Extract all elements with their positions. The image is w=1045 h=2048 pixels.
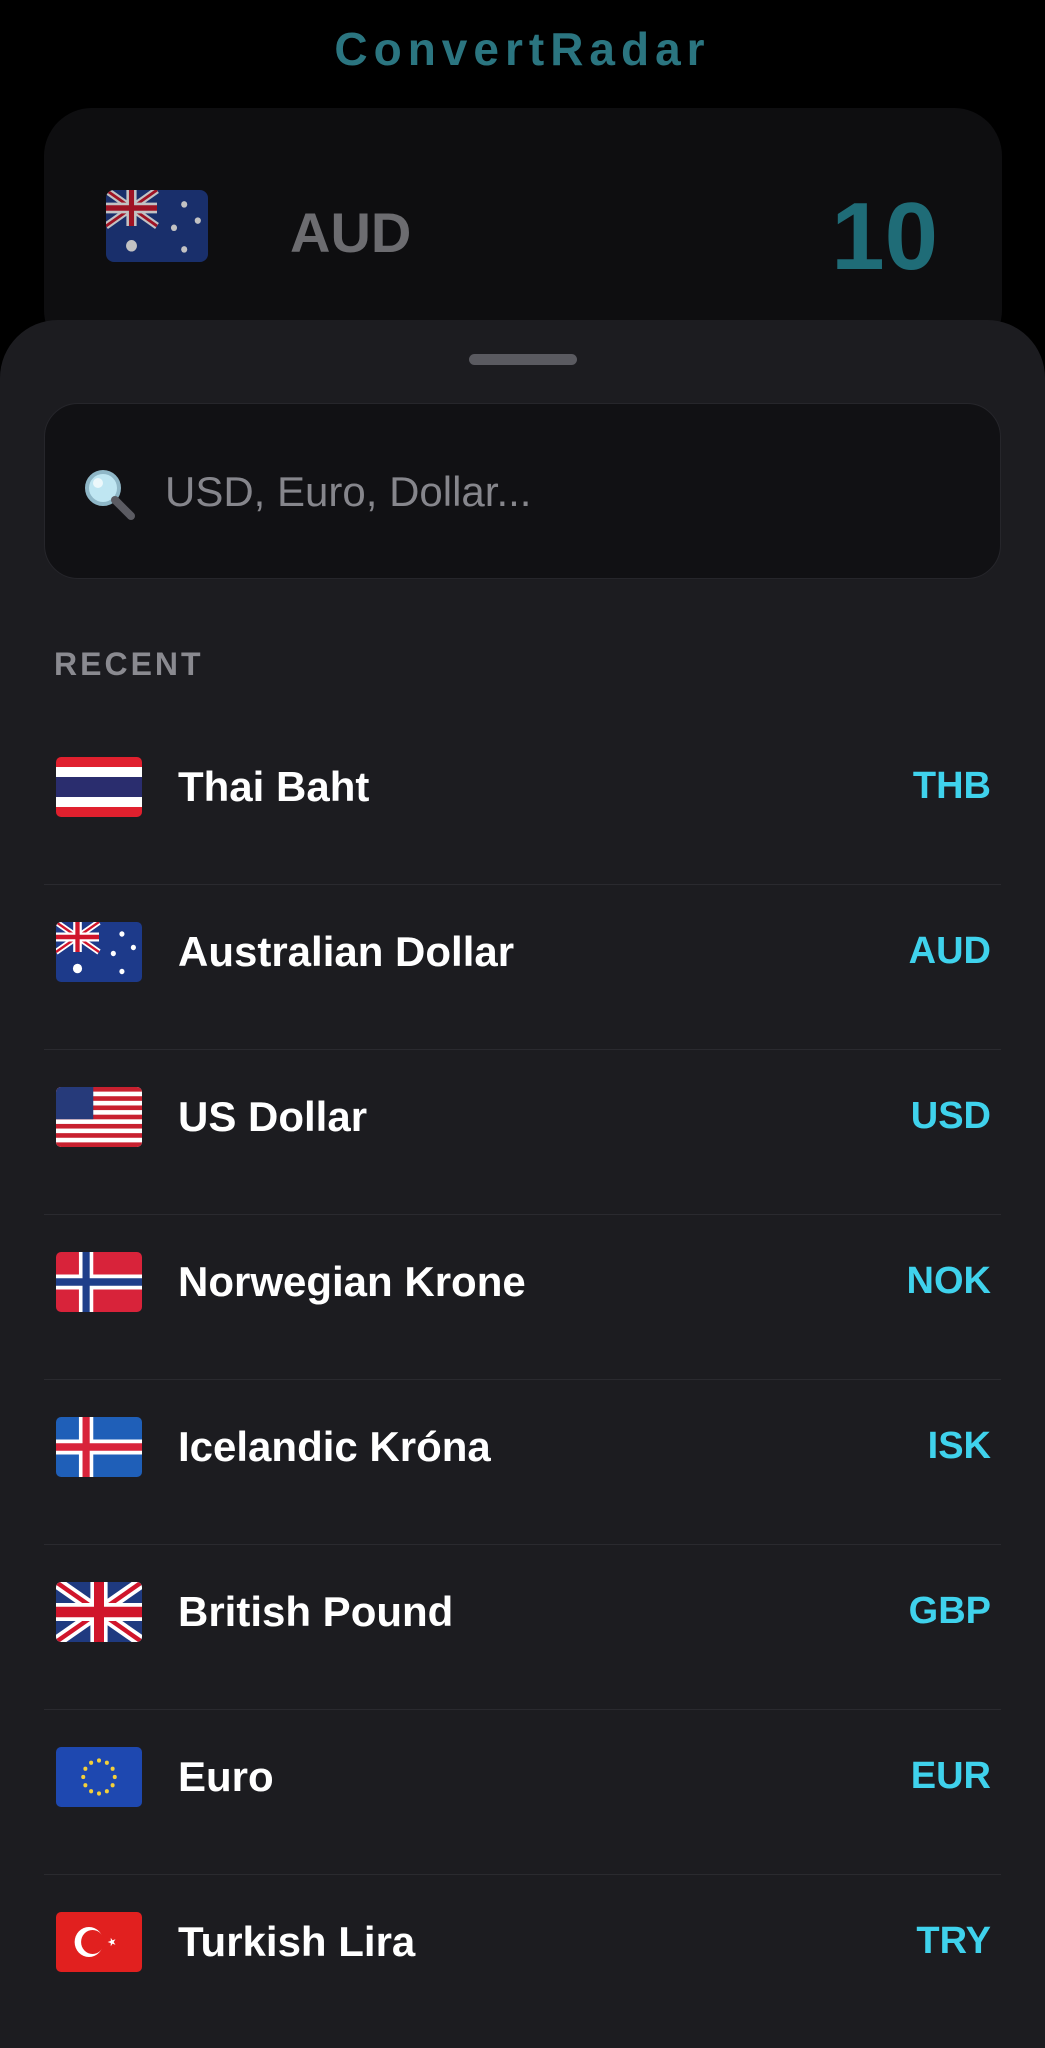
currency-picker-sheet: RECENT Thai Baht THB <box>0 320 1045 2048</box>
currency-code: NOK <box>906 1260 991 1302</box>
currency-code: AUD <box>908 930 991 972</box>
currency-name: Turkish Lira <box>178 1918 416 1965</box>
currency-row-nok[interactable]: Norwegian Krone NOK <box>44 1215 1001 1380</box>
search-box[interactable] <box>44 403 1001 579</box>
turkey-flag-icon <box>56 1912 142 1972</box>
currency-name: Icelandic Króna <box>178 1423 491 1470</box>
sheet-grabber[interactable] <box>469 354 577 365</box>
currency-row-gbp[interactable]: British Pound GBP <box>44 1545 1001 1710</box>
currency-name: Norwegian Krone <box>178 1258 526 1305</box>
app-screen: ConvertRadar AUD 10 USD, Euro, Dollar...… <box>0 0 1045 2048</box>
app-title: ConvertRadar <box>334 23 711 75</box>
uk-flag-icon <box>56 1582 142 1642</box>
currency-name: Australian Dollar <box>178 928 515 975</box>
iceland-flag-icon <box>56 1417 142 1477</box>
currency-code: USD <box>910 1095 991 1137</box>
converter-currency-code: AUD <box>290 201 412 264</box>
converter-amount[interactable]: 10 <box>831 182 938 292</box>
currency-row-thb[interactable]: Thai Baht THB <box>44 720 1001 885</box>
currency-code: THB <box>912 765 991 807</box>
currency-row-eur[interactable]: Euro EUR <box>44 1710 1001 1875</box>
norway-flag-icon <box>56 1252 142 1312</box>
currency-code: ISK <box>927 1425 991 1467</box>
currency-name: US Dollar <box>178 1093 368 1140</box>
australia-flag-icon <box>56 922 142 982</box>
recent-section-label: RECENT <box>54 646 204 682</box>
currency-row-try[interactable]: Turkish Lira TRY <box>44 1875 1001 2040</box>
search-input[interactable] <box>165 444 965 540</box>
currency-code: TRY <box>916 1920 991 1962</box>
currency-code: EUR <box>910 1755 991 1797</box>
currency-row-isk[interactable]: Icelandic Króna ISK <box>44 1380 1001 1545</box>
recent-currency-list: Thai Baht THB Australian Dollar AUD US D… <box>44 720 1001 2040</box>
currency-row-aud[interactable]: Australian Dollar AUD <box>44 885 1001 1050</box>
thailand-flag-icon <box>56 757 142 817</box>
usa-flag-icon <box>56 1087 142 1147</box>
currency-code: GBP <box>908 1590 991 1632</box>
currency-name: Euro <box>178 1753 274 1800</box>
eu-flag-icon <box>56 1747 142 1807</box>
currency-name: British Pound <box>178 1588 454 1635</box>
currency-name: Thai Baht <box>178 763 370 810</box>
australia-flag-icon <box>106 190 208 262</box>
currency-row-usd[interactable]: US Dollar USD <box>44 1050 1001 1215</box>
search-icon <box>79 464 139 524</box>
